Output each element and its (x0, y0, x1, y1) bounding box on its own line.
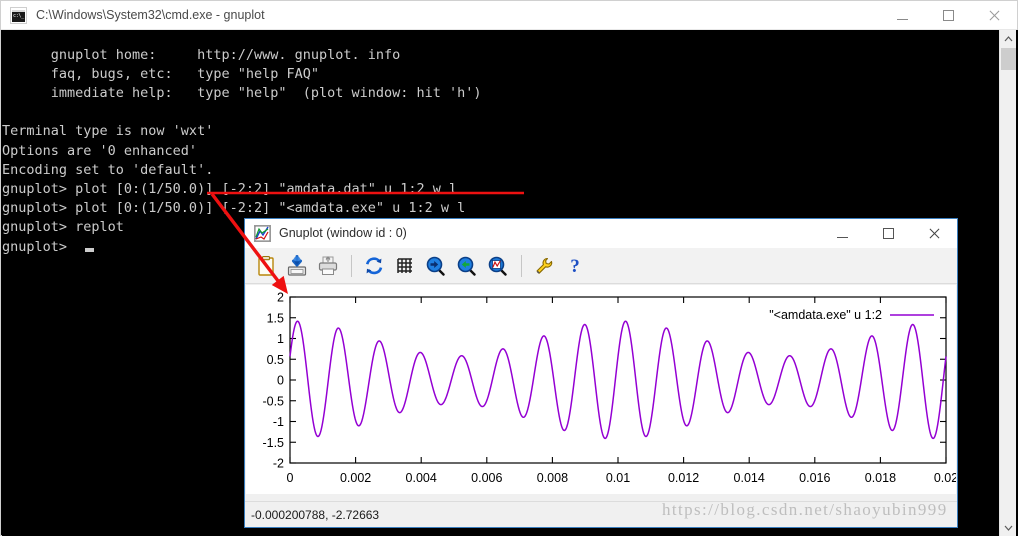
cmd-window-title: C:\Windows\System32\cmd.exe - gnuplot (36, 8, 265, 22)
x-tick-label: 0.012 (668, 471, 699, 485)
toolbar-separator (351, 254, 352, 277)
gnuplot-window: Gnuplot (window id : 0) ? -2 -1.5 -1 -0.… (244, 218, 958, 528)
x-tick-label: 0.01 (606, 471, 630, 485)
x-tick-label: 0.006 (471, 471, 502, 485)
cmd-cursor (85, 248, 94, 252)
save-button[interactable] (282, 251, 312, 281)
scroll-up-arrow-icon[interactable] (1000, 30, 1017, 47)
y-tick-label: -1 (273, 415, 284, 429)
cmd-minimize-button[interactable] (879, 1, 925, 30)
screenshot-root: C:\Windows\System32\cmd.exe - gnuplot gn… (0, 0, 1018, 536)
copy-to-clipboard-button[interactable] (251, 251, 281, 281)
config-button[interactable] (529, 251, 559, 281)
gnuplot-titlebar[interactable]: Gnuplot (window id : 0) (245, 219, 957, 248)
y-tick-label: -2 (273, 457, 284, 471)
x-tick-label: 0.016 (799, 471, 830, 485)
cmd-scrollbar-thumb[interactable] (1001, 48, 1016, 70)
close-icon (928, 228, 940, 240)
maximize-icon (942, 10, 954, 21)
minimize-icon (896, 19, 908, 20)
cmd-console-icon (10, 7, 27, 24)
x-tick-label: 0.002 (340, 471, 371, 485)
gnuplot-plot-canvas[interactable]: -2 -1.5 -1 -0.5 0 0.5 1 1.5 2 0 0.002 0.004 0.006 0.0… (246, 285, 956, 494)
print-button[interactable] (313, 251, 343, 281)
cmd-titlebar[interactable]: C:\Windows\System32\cmd.exe - gnuplot (1, 1, 1017, 30)
cmd-maximize-button[interactable] (925, 1, 971, 30)
cursor-coordinates-readout: -0.000200788, -2.72663 (251, 508, 380, 522)
close-icon (988, 10, 1000, 22)
y-tick-label: 0.5 (267, 353, 284, 367)
x-tick-label: 0.014 (734, 471, 765, 485)
x-tick-label: 0 (287, 471, 294, 485)
replot-button[interactable] (359, 251, 389, 281)
x-tick-label: 0.02 (934, 471, 956, 485)
autoscale-button[interactable] (483, 251, 513, 281)
legend-label: "<amdata.exe" u 1:2 (769, 308, 882, 322)
minimize-icon (836, 237, 848, 238)
scroll-down-arrow-icon[interactable] (1000, 519, 1017, 536)
plot-svg: -2 -1.5 -1 -0.5 0 0.5 1 1.5 2 0 0.002 0.004 0.006 0.0… (262, 291, 956, 486)
gnuplot-close-button[interactable] (911, 219, 957, 248)
y-tick-label: -0.5 (262, 394, 284, 408)
y-tick-label: -1.5 (262, 436, 284, 450)
y-tick-label: 1 (277, 332, 284, 346)
x-tick-label: 0.008 (537, 471, 568, 485)
next-zoom-button[interactable] (452, 251, 482, 281)
gnuplot-toolbar: ? (245, 248, 957, 284)
svg-text:?: ? (570, 256, 580, 276)
help-button[interactable]: ? (560, 251, 590, 281)
gnuplot-chart-icon (254, 225, 271, 242)
y-tick-label: 2 (277, 291, 284, 305)
x-tick-label: 0.004 (406, 471, 437, 485)
gnuplot-statusbar: -0.000200788, -2.72663 (245, 501, 957, 527)
x-tick-label: 0.018 (865, 471, 896, 485)
previous-zoom-button[interactable] (421, 251, 451, 281)
cmd-scrollbar[interactable] (999, 30, 1016, 536)
y-tick-label: 0 (277, 374, 284, 388)
cmd-close-button[interactable] (971, 1, 1017, 30)
maximize-icon (882, 228, 894, 239)
gnuplot-window-title: Gnuplot (window id : 0) (279, 226, 407, 240)
y-tick-label: 1.5 (267, 311, 284, 325)
toolbar-separator (521, 254, 522, 277)
gnuplot-minimize-button[interactable] (819, 219, 865, 248)
gnuplot-maximize-button[interactable] (865, 219, 911, 248)
toggle-grid-button[interactable] (390, 251, 420, 281)
